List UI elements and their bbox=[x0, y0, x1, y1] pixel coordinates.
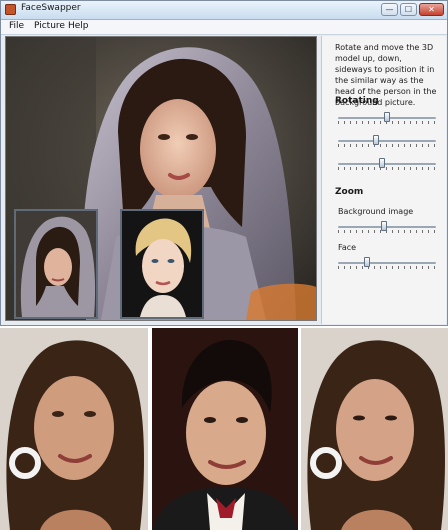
slider-thumb[interactable] bbox=[381, 221, 387, 231]
background-picture-canvas[interactable] bbox=[5, 36, 317, 321]
swapped-face-image bbox=[301, 328, 448, 530]
slider-ticks bbox=[338, 144, 436, 147]
title-bar[interactable]: FaceSwapper — ☐ ✕ bbox=[1, 1, 447, 20]
example-photo-source-face bbox=[152, 328, 298, 530]
maximize-button[interactable]: ☐ bbox=[400, 3, 417, 16]
controls-panel: Rotate and move the 3D model up, down, s… bbox=[321, 36, 446, 324]
app-window: FaceSwapper — ☐ ✕ File Picture Help Rota… bbox=[0, 0, 448, 326]
original-face-image bbox=[0, 328, 148, 530]
slider-track bbox=[338, 140, 436, 142]
minimize-icon: — bbox=[385, 5, 394, 14]
face-label: Face bbox=[338, 243, 357, 252]
background-thumbnail[interactable] bbox=[14, 209, 98, 319]
slider-thumb[interactable] bbox=[379, 158, 385, 168]
slider-ticks bbox=[338, 266, 436, 269]
face-thumbnail[interactable] bbox=[120, 209, 204, 319]
minimize-button[interactable]: — bbox=[381, 3, 398, 16]
background-thumbnail-image bbox=[16, 211, 96, 317]
slider-thumb[interactable] bbox=[373, 135, 379, 145]
app-icon bbox=[5, 4, 16, 15]
rotating-heading: Rotating bbox=[335, 96, 379, 106]
menu-bar: File Picture Help bbox=[1, 20, 447, 35]
close-icon: ✕ bbox=[428, 5, 435, 14]
slider-track bbox=[338, 262, 436, 264]
menu-picture[interactable]: Picture bbox=[34, 21, 65, 31]
menu-file[interactable]: File bbox=[9, 21, 24, 31]
example-photo-swapped bbox=[301, 328, 448, 530]
source-face-image bbox=[152, 328, 298, 530]
maximize-icon: ☐ bbox=[404, 5, 413, 14]
slider-thumb[interactable] bbox=[384, 112, 390, 122]
zoom-heading: Zoom bbox=[335, 187, 364, 197]
rotate-x-slider[interactable] bbox=[338, 112, 436, 124]
slider-ticks bbox=[338, 230, 436, 233]
menu-help[interactable]: Help bbox=[68, 21, 89, 31]
face-thumbnail-image bbox=[122, 211, 202, 317]
rotate-z-slider[interactable] bbox=[338, 158, 436, 170]
example-photo-original bbox=[0, 328, 148, 530]
background-image-label: Background image bbox=[338, 207, 414, 216]
rotate-y-slider[interactable] bbox=[338, 135, 436, 147]
slider-track bbox=[338, 226, 436, 228]
slider-track bbox=[338, 163, 436, 165]
zoom-face-slider[interactable] bbox=[338, 257, 436, 269]
window-title: FaceSwapper bbox=[21, 3, 81, 13]
slider-thumb[interactable] bbox=[364, 257, 370, 267]
zoom-background-slider[interactable] bbox=[338, 221, 436, 233]
close-button[interactable]: ✕ bbox=[419, 3, 444, 16]
slider-ticks bbox=[338, 167, 436, 170]
